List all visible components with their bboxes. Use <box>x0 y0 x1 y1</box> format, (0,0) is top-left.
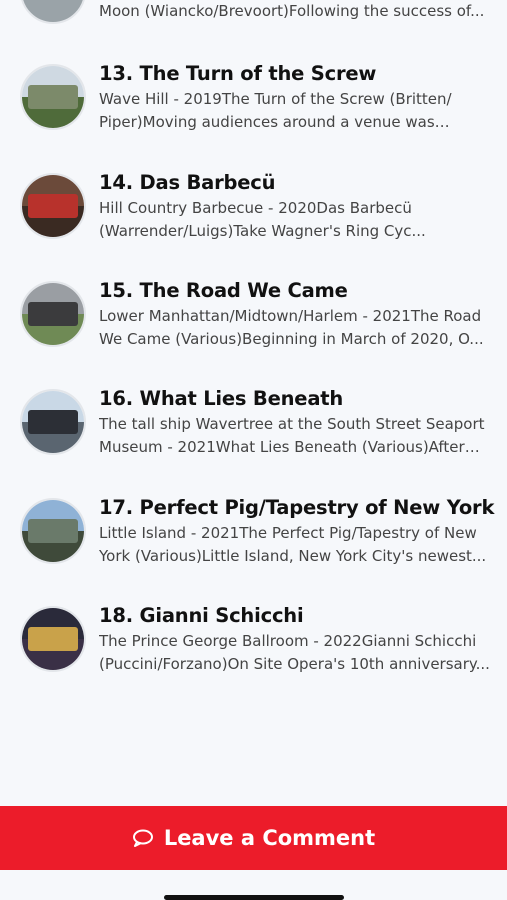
thumb-subject <box>28 84 78 110</box>
item-description: Moon (Wiancko/Brevoort)Following the suc… <box>99 2 485 20</box>
item-description: Lower Manhattan/Midtown/Harlem - 2021The… <box>99 307 484 348</box>
leave-comment-label: Leave a Comment <box>163 826 376 850</box>
thumb-subject <box>28 626 78 652</box>
thumb-subject <box>28 409 78 435</box>
item-thumbnail <box>20 173 86 239</box>
item-title: 13. The Turn of the Screw <box>99 62 377 85</box>
item-thumbnail <box>20 0 86 24</box>
item-title: 18. Gianni Schicchi <box>99 604 304 627</box>
home-indicator[interactable] <box>164 895 344 900</box>
list-item[interactable]: 16. What Lies Beneath The tall ship Wave… <box>0 387 507 487</box>
item-thumbnail <box>20 606 86 672</box>
item-thumbnail <box>20 498 86 564</box>
item-description: Little Island - 2021The Perfect Pig/Tape… <box>99 524 487 565</box>
item-description: The tall ship Wavertree at the South Str… <box>99 415 485 456</box>
thumb-subject <box>28 193 78 219</box>
item-description: Wave Hill - 2019The Turn of the Screw (B… <box>99 90 452 131</box>
list-item[interactable]: 15. The Road We Came Lower Manhattan/Mid… <box>0 279 507 379</box>
leave-comment-button[interactable]: Leave a Comment <box>0 806 507 870</box>
item-description: The Prince George Ballroom - 2022Gianni … <box>99 632 490 673</box>
item-title: 14. Das Barbecü <box>99 171 276 194</box>
thumb-subject <box>28 518 78 544</box>
list-item[interactable]: 14. Das Barbecü Hill Country Barbecue - … <box>0 171 507 271</box>
list-item[interactable]: 18. Gianni Schicchi The Prince George Ba… <box>0 604 507 704</box>
item-title: 17. Perfect Pig/Tapestry of New York <box>99 496 495 519</box>
speech-bubble-icon <box>132 829 154 847</box>
list-item[interactable]: 17. Perfect Pig/Tapestry of New York Lit… <box>0 496 507 596</box>
item-thumbnail <box>20 389 86 455</box>
item-title: 15. The Road We Came <box>99 279 348 302</box>
list-item[interactable]: 13. The Turn of the Screw Wave Hill - 20… <box>0 62 507 162</box>
item-description: Hill Country Barbecue - 2020Das Barbecü … <box>99 199 426 240</box>
thumb-subject <box>28 301 78 327</box>
item-title: 16. What Lies Beneath <box>99 387 344 410</box>
item-thumbnail <box>20 281 86 347</box>
item-thumbnail <box>20 64 86 130</box>
